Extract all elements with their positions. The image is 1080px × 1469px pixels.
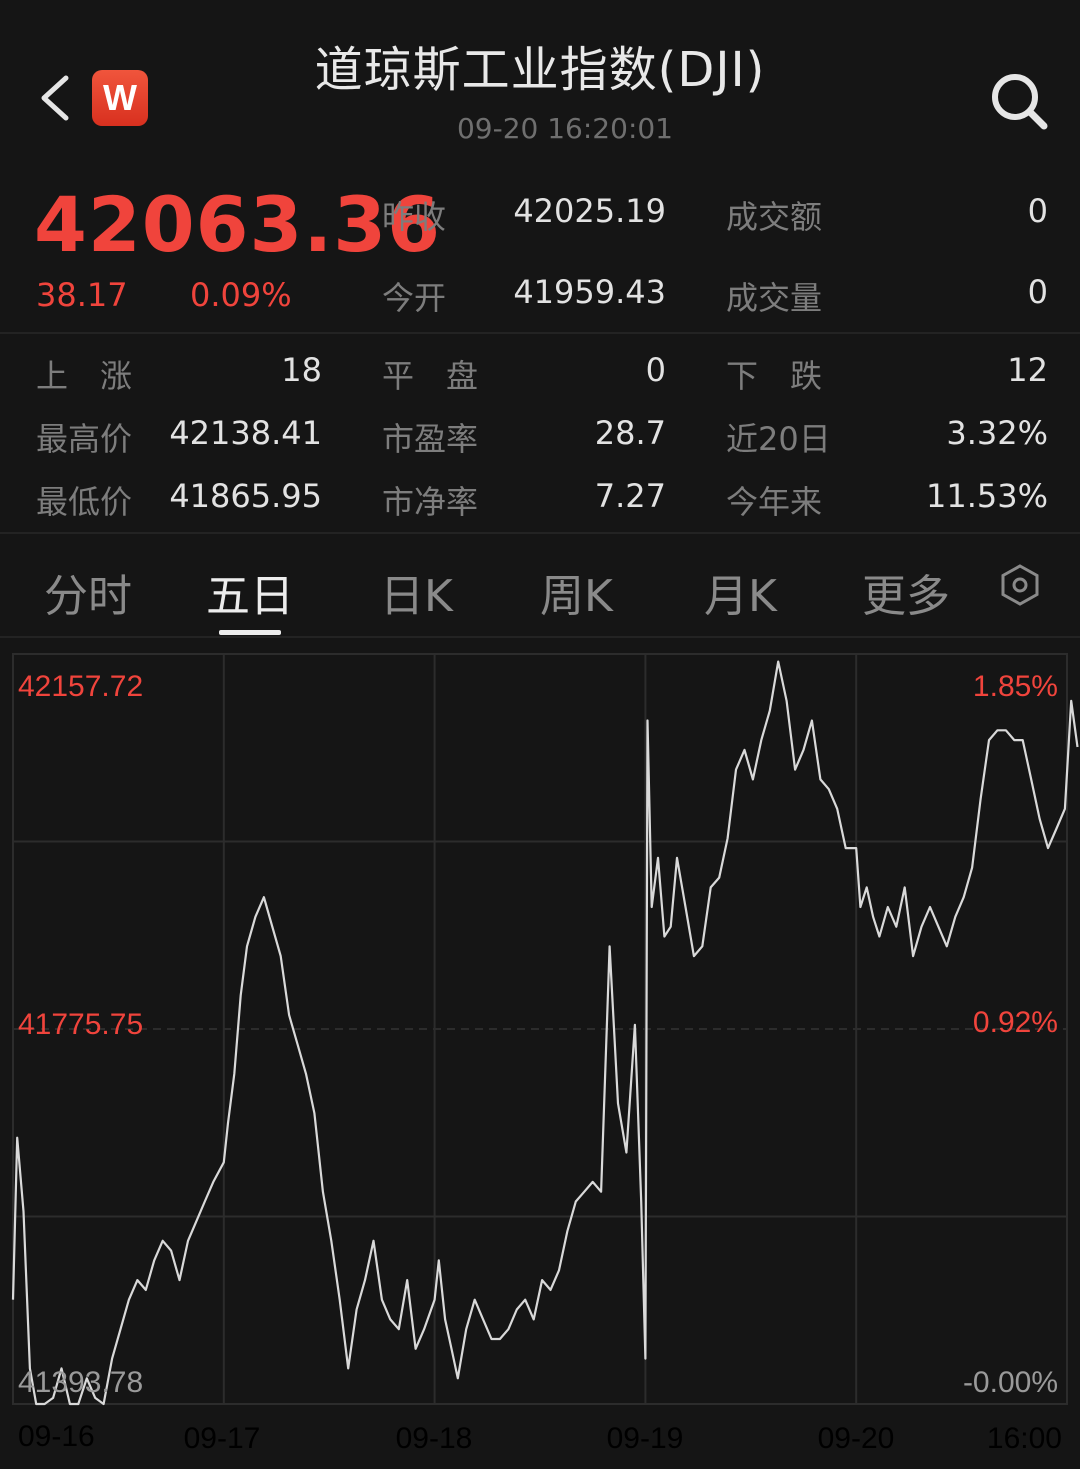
app-logo-icon[interactable]: W: [92, 70, 148, 126]
x-label-0917: 09-17: [184, 1422, 261, 1455]
current-price: 42063.36: [34, 180, 442, 269]
pb-value: 7.27: [594, 477, 666, 515]
divider: [0, 332, 1080, 334]
rise-label: 上 涨: [36, 357, 133, 395]
turnover-value: 0: [1027, 192, 1048, 230]
fall-value: 12: [1007, 351, 1048, 389]
flat-label: 平 盘: [382, 357, 479, 395]
y-mid-label: 41775.75: [18, 1008, 143, 1041]
price-change: 38.17: [36, 276, 128, 314]
x-label-0919: 09-19: [607, 1422, 684, 1455]
page-title: 道琼斯工业指数(DJI): [314, 42, 766, 98]
high-value: 42138.41: [169, 414, 322, 452]
x-label-0920: 09-20: [818, 1422, 895, 1455]
d20-value: 3.32%: [946, 414, 1048, 452]
high-label: 最高价: [36, 420, 133, 458]
x-label-close: 16:00: [987, 1422, 1062, 1455]
low-label: 最低价: [36, 483, 133, 521]
prev-close-value: 42025.19: [513, 192, 666, 230]
tab-five-day[interactable]: 五日: [206, 560, 294, 624]
fall-label: 下 跌: [726, 357, 823, 395]
ytd-label: 今年来: [726, 483, 823, 521]
search-icon[interactable]: [988, 70, 1050, 132]
pb-label: 市净率: [382, 483, 479, 521]
low-value: 41865.95: [169, 477, 322, 515]
tab-monthly-k[interactable]: 月K: [704, 560, 777, 624]
tab-more[interactable]: 更多: [862, 560, 950, 624]
price-change-percent: 0.09%: [190, 276, 292, 314]
prev-close-label: 昨收: [382, 198, 447, 236]
active-tab-indicator: [219, 630, 281, 635]
five-day-chart[interactable]: 42157.72 41775.75 41393.78 1.85% 0.92% -…: [0, 640, 1080, 1469]
divider: [0, 636, 1080, 638]
ytd-value: 11.53%: [925, 477, 1048, 515]
settings-hexagon-icon[interactable]: [998, 563, 1042, 607]
y-min-pct-label: -0.00%: [963, 1366, 1058, 1399]
open-value: 41959.43: [513, 273, 666, 311]
tab-weekly-k[interactable]: 周K: [540, 560, 613, 624]
price-line: [11, 660, 1079, 1406]
quote-timestamp: 09-20 16:20:01: [456, 112, 673, 145]
y-min-label: 41393.78: [18, 1366, 143, 1399]
rise-value: 18: [281, 351, 322, 389]
volume-label: 成交量: [726, 279, 823, 317]
volume-value: 0: [1027, 273, 1048, 311]
tab-intraday[interactable]: 分时: [44, 560, 132, 624]
y-mid-pct-label: 0.92%: [973, 1006, 1058, 1039]
turnover-label: 成交额: [726, 198, 823, 236]
y-max-pct-label: 1.85%: [973, 670, 1058, 703]
tab-daily-k[interactable]: 日K: [380, 560, 453, 624]
y-max-label: 42157.72: [18, 670, 143, 703]
flat-value: 0: [645, 351, 666, 389]
x-label-0916: 09-16: [18, 1420, 95, 1453]
pe-value: 28.7: [594, 414, 666, 452]
open-label: 今开: [382, 279, 447, 317]
d20-label: 近20日: [726, 420, 831, 458]
divider: [0, 532, 1080, 534]
back-arrow-icon[interactable]: [36, 70, 76, 126]
pe-label: 市盈率: [382, 420, 479, 458]
x-label-0918: 09-18: [396, 1422, 473, 1455]
